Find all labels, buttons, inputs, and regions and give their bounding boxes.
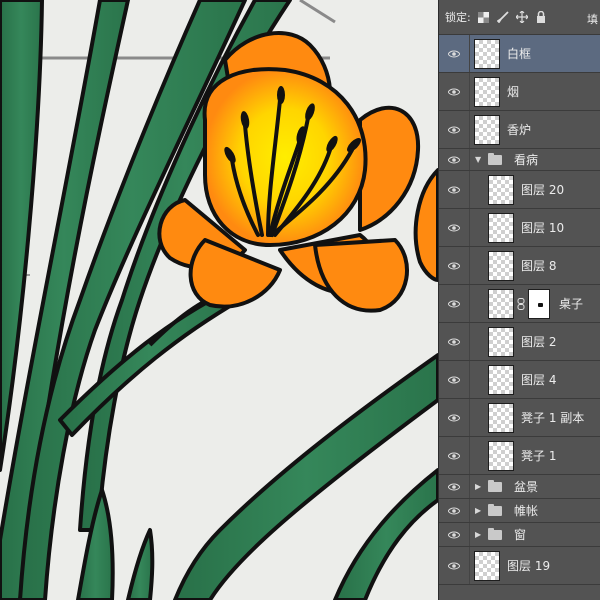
layer-name: 看病 (514, 153, 539, 167)
layer-thumbnail (474, 77, 500, 107)
layer-list: 白框烟香炉 ▼ 看病图层 20 图层 10 图层 8 桌子图层 2 图层 4 凳子 1 副本凳… (439, 35, 600, 585)
folder-icon (488, 504, 502, 516)
visibility-eye-icon[interactable] (439, 399, 470, 436)
layer-mask-thumbnail[interactable] (528, 289, 550, 319)
layer-name: 图层 4 (521, 373, 557, 387)
group-collapsed-arrow-icon[interactable]: ▶ (475, 523, 481, 546)
visibility-eye-icon[interactable] (439, 361, 470, 398)
visibility-eye-icon[interactable] (439, 73, 470, 110)
layer-row[interactable]: 烟 (439, 73, 600, 111)
layer-name: 凳子 1 副本 (521, 411, 585, 425)
layer-thumbnail (488, 175, 514, 205)
layer-row[interactable]: 图层 2 (439, 323, 600, 361)
visibility-eye-icon[interactable] (439, 499, 470, 522)
visibility-eye-icon[interactable] (439, 35, 470, 72)
lock-all-icon[interactable] (535, 11, 547, 23)
layer-row[interactable]: 桌子 (439, 285, 600, 323)
visibility-eye-icon[interactable] (439, 209, 470, 246)
lock-label: 锁定: (445, 11, 471, 24)
layer-name: 盆景 (514, 480, 539, 494)
layer-thumbnail (488, 441, 514, 471)
layers-panel: 锁定: 填 白框烟香炉 ▼ 看病图层 20 图层 10 图层 8 桌子图层 2 图层 4 凳子… (438, 0, 600, 600)
layer-row[interactable]: 图层 19 (439, 547, 600, 585)
visibility-eye-icon[interactable] (439, 285, 470, 322)
layer-thumbnail (488, 327, 514, 357)
layer-row[interactable]: 香炉 (439, 111, 600, 149)
visibility-eye-icon[interactable] (439, 323, 470, 360)
group-collapsed-arrow-icon[interactable]: ▶ (475, 499, 481, 522)
layer-row[interactable]: 白框 (439, 35, 600, 73)
visibility-eye-icon[interactable] (439, 523, 470, 546)
folder-icon (488, 480, 502, 492)
layer-row[interactable]: 凳子 1 副本 (439, 399, 600, 437)
layer-thumbnail (474, 39, 500, 69)
mask-link-icon[interactable] (517, 298, 525, 310)
visibility-eye-icon[interactable] (439, 547, 470, 584)
layer-name: 窗 (514, 528, 527, 542)
layer-row[interactable]: 图层 10 (439, 209, 600, 247)
layer-thumbnail (474, 115, 500, 145)
layer-thumbnail (488, 365, 514, 395)
orchid-artwork (0, 0, 438, 600)
layer-row[interactable]: 凳子 1 (439, 437, 600, 475)
visibility-eye-icon[interactable] (439, 437, 470, 474)
layer-row[interactable]: 图层 20 (439, 171, 600, 209)
layer-thumbnail (488, 251, 514, 281)
layer-name: 图层 8 (521, 259, 557, 273)
layer-thumbnail (488, 403, 514, 433)
layer-name: 图层 20 (521, 183, 565, 197)
layer-name: 图层 2 (521, 335, 557, 349)
layer-name: 白框 (507, 47, 532, 61)
group-collapsed-arrow-icon[interactable]: ▶ (475, 475, 481, 498)
layer-group-row[interactable]: ▶ 盆景 (439, 475, 600, 499)
layer-name: 烟 (507, 85, 520, 99)
layer-group-row[interactable]: ▼ 看病 (439, 149, 600, 171)
layer-name: 帷帐 (514, 504, 539, 518)
fill-label: 填 (587, 13, 598, 26)
layer-name: 凳子 1 (521, 449, 557, 463)
group-expanded-arrow-icon[interactable]: ▼ (475, 149, 481, 170)
layer-group-row[interactable]: ▶ 窗 (439, 523, 600, 547)
visibility-eye-icon[interactable] (439, 475, 470, 498)
lock-transparent-icon[interactable] (478, 11, 490, 23)
layer-name: 香炉 (507, 123, 532, 137)
visibility-eye-icon[interactable] (439, 171, 470, 208)
visibility-eye-icon[interactable] (439, 247, 470, 284)
layer-name: 桌子 (559, 297, 584, 311)
layer-row[interactable]: 图层 4 (439, 361, 600, 399)
visibility-eye-icon[interactable] (439, 149, 470, 170)
layer-group-row[interactable]: ▶ 帷帐 (439, 499, 600, 523)
lock-move-icon[interactable] (515, 11, 528, 23)
folder-icon (488, 528, 502, 540)
folder-icon (488, 153, 502, 165)
document-canvas[interactable] (0, 0, 438, 600)
visibility-eye-icon[interactable] (439, 111, 470, 148)
layer-name: 图层 10 (521, 221, 565, 235)
layer-row[interactable]: 图层 8 (439, 247, 600, 285)
lock-paint-icon[interactable] (496, 11, 509, 23)
layer-thumbnail (488, 289, 514, 319)
layer-thumbnail (488, 213, 514, 243)
layer-name: 图层 19 (507, 559, 551, 573)
layer-thumbnail (474, 551, 500, 581)
lock-toolbar: 锁定: 填 (439, 0, 600, 35)
